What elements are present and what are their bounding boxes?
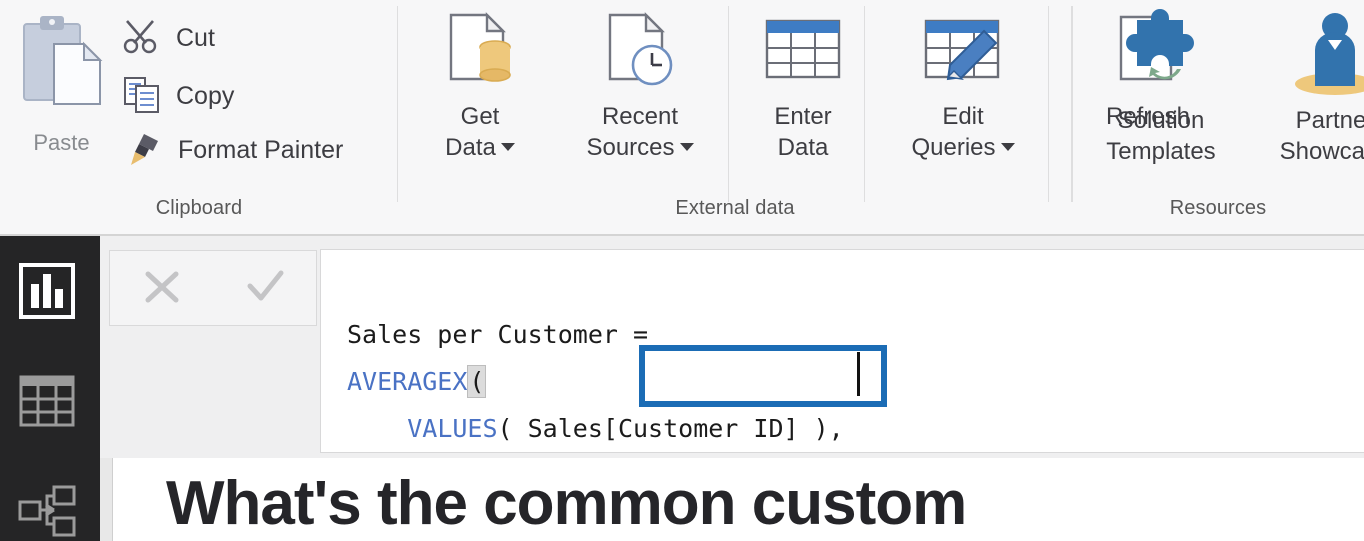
paste-icon [14, 16, 109, 124]
solution-templates-button[interactable]: Solution Templates [1078, 6, 1244, 167]
checkmark-icon [241, 262, 289, 315]
formula-bar-buttons [109, 250, 317, 326]
power-bi-window: Paste Cut Copy Format Painter Clipboard … [0, 0, 1364, 541]
text-cursor [857, 352, 860, 396]
sidebar-item-report-view[interactable] [16, 262, 78, 324]
formula-function-values: VALUES [407, 414, 498, 443]
format-painter-icon [122, 128, 164, 173]
format-painter-button[interactable]: Format Painter [122, 126, 343, 174]
chevron-down-icon[interactable] [1000, 143, 1015, 152]
edit-queries-label-line2: Queries [911, 133, 996, 161]
puzzle-piece-icon [1078, 6, 1244, 106]
get-data-icon [410, 6, 550, 102]
get-data-label-line1: Get [460, 103, 500, 130]
edit-queries-icon [878, 6, 1048, 102]
table-grid-icon [19, 375, 75, 432]
recent-sources-label-line1: Recent [601, 103, 679, 130]
solution-templates-label-line2: Templates [1106, 137, 1216, 165]
partner-showcase-label-line1: Partner [1295, 107, 1364, 134]
get-data-label-line2: Data [445, 133, 496, 161]
formula-bar-area: Sales per Customer = AVERAGEX( VALUES( S… [100, 236, 1364, 458]
group-separator [1072, 6, 1073, 202]
sidebar-item-data-view[interactable] [16, 372, 78, 434]
recent-sources-label-line2: Sources [586, 133, 675, 161]
edit-queries-button[interactable]: Edit Queries [878, 6, 1048, 163]
recent-sources-icon [550, 6, 730, 102]
paste-label: Paste [33, 130, 90, 155]
solution-templates-label-line1: Solution [1117, 107, 1205, 134]
sidebar-item-model-view[interactable] [16, 482, 78, 541]
format-painter-label: Format Painter [178, 135, 344, 164]
cut-button[interactable]: Cut [122, 14, 215, 62]
ribbon: Paste Cut Copy Format Painter Clipboard … [0, 0, 1364, 236]
formula-paren-open: ( [467, 365, 487, 398]
formula-column-ref: ( Sales[Customer ID] ), [497, 414, 844, 443]
group-label-resources: Resources [1169, 197, 1267, 219]
report-canvas[interactable]: What's the common custom [113, 458, 1364, 541]
chevron-down-icon[interactable] [500, 143, 515, 152]
copy-label: Copy [176, 81, 235, 110]
recent-sources-button[interactable]: Recent Sources [550, 6, 730, 163]
formula-line-1: Sales per Customer = [347, 320, 649, 349]
partner-showcase-button[interactable]: Partner Showcase [1250, 6, 1364, 167]
bar-chart-icon [18, 262, 76, 325]
formula-indent-1 [347, 414, 407, 443]
formula-function-averagex: AVERAGEX [347, 367, 468, 396]
canvas-heading-text: What's the common custom [166, 469, 967, 538]
scissors-icon [122, 16, 162, 61]
paste-button[interactable]: Paste [14, 10, 109, 160]
group-separator [1048, 6, 1049, 202]
formula-commit-button[interactable] [233, 257, 297, 319]
copy-icon [122, 74, 162, 119]
group-separator [728, 6, 729, 202]
ribbon-group-clipboard: Paste Cut Copy Format Painter Clipboard [0, 0, 398, 234]
edit-queries-label-line1: Edit [942, 103, 984, 130]
ribbon-group-resources: Solution Templates Partner Showcase [1072, 0, 1364, 234]
group-label-external-data: External data [675, 197, 795, 219]
view-sidebar [0, 236, 100, 541]
enter-data-icon [743, 6, 863, 102]
close-x-icon [138, 262, 186, 315]
person-icon [1250, 6, 1364, 106]
enter-data-label-line2: Data [777, 133, 829, 161]
formula-cancel-button[interactable] [130, 257, 194, 319]
group-separator [864, 6, 865, 202]
partner-showcase-label-line2: Showcase [1279, 137, 1364, 165]
get-data-button[interactable]: Get Data [410, 6, 550, 163]
cut-label: Cut [176, 23, 215, 52]
enter-data-button[interactable]: Enter Data [743, 6, 863, 163]
chevron-down-icon[interactable] [679, 143, 694, 152]
enter-data-label-line1: Enter [774, 103, 832, 130]
relationships-icon [18, 485, 76, 541]
group-label-clipboard: Clipboard [155, 197, 243, 219]
dax-formula-input[interactable]: Sales per Customer = AVERAGEX( VALUES( S… [320, 249, 1364, 453]
ribbon-group-external-data: Get Data Recent Sources Enter Data Edit … [398, 0, 1190, 234]
copy-button[interactable]: Copy [122, 72, 234, 120]
